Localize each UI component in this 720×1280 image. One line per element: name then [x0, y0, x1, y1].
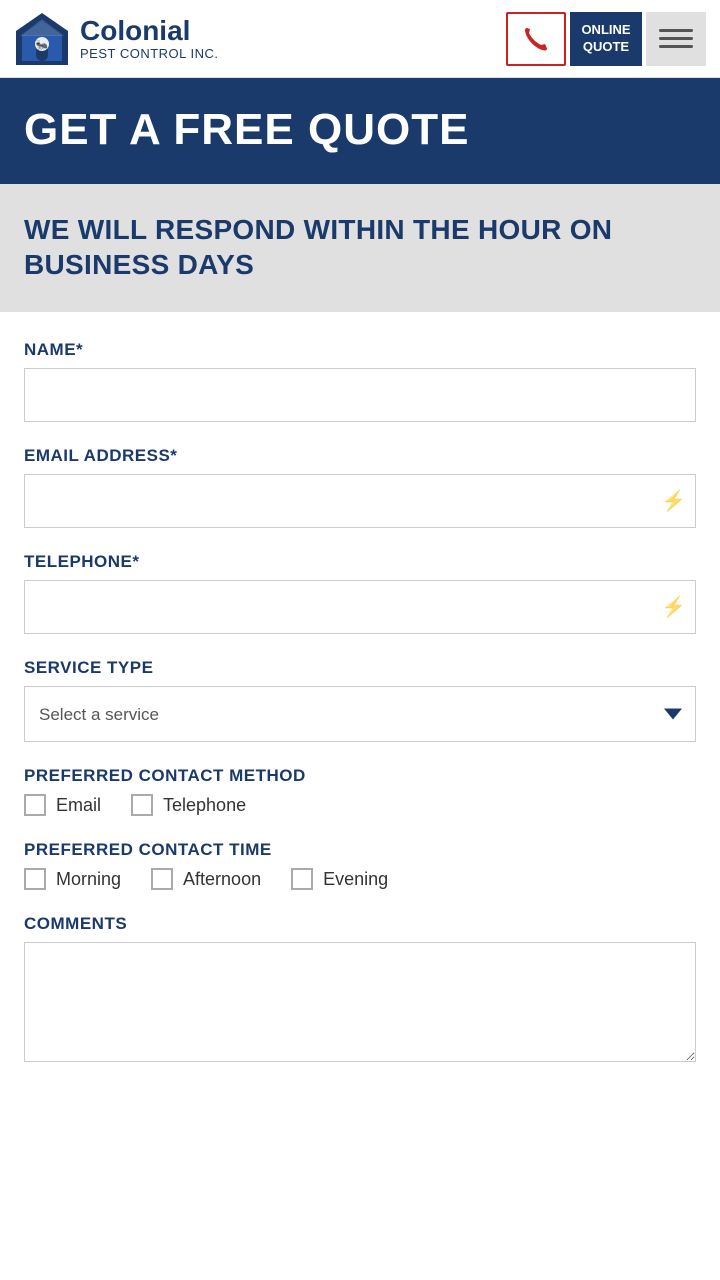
name-field-group: NAME* — [24, 340, 696, 422]
contact-time-evening-checkbox[interactable] — [291, 868, 313, 890]
contact-time-morning-item[interactable]: Morning — [24, 868, 121, 890]
online-quote-label: ONLINE QUOTE — [581, 22, 630, 56]
phone-button[interactable] — [506, 12, 566, 66]
telephone-icon: ⚡ — [661, 595, 686, 620]
preferred-contact-method-group: PREFERRED CONTACT METHOD Email Telephone — [24, 766, 696, 816]
logo-name: Colonial — [80, 16, 219, 47]
menu-line-2 — [659, 37, 693, 40]
subheading-text: WE WILL RESPOND WITHIN THE HOUR ON BUSIN… — [24, 212, 696, 282]
svg-text:🐜: 🐜 — [36, 39, 48, 51]
contact-method-email-item[interactable]: Email — [24, 794, 101, 816]
contact-time-morning-label: Morning — [56, 869, 121, 890]
service-select-wrapper: Select a service Pest Control Termite Co… — [24, 686, 696, 742]
menu-button[interactable] — [646, 12, 706, 66]
email-field-group: EMAIL ADDRESS* ⚡ — [24, 446, 696, 528]
subheading-bar: WE WILL RESPOND WITHIN THE HOUR ON BUSIN… — [0, 184, 720, 312]
contact-time-evening-label: Evening — [323, 869, 388, 890]
logo-area: 🐜 Colonial PEST CONTROL INC. — [14, 11, 219, 67]
telephone-field-group: TELEPHONE* ⚡ — [24, 552, 696, 634]
email-label: EMAIL ADDRESS* — [24, 446, 696, 466]
name-label: NAME* — [24, 340, 696, 360]
header: 🐜 Colonial PEST CONTROL INC. ONLINE QUOT… — [0, 0, 720, 78]
name-input[interactable] — [24, 368, 696, 422]
logo-text-block: Colonial PEST CONTROL INC. — [80, 16, 219, 61]
hero-title: GET A FREE QUOTE — [24, 106, 696, 154]
service-type-field-group: SERVICE TYPE Select a service Pest Contr… — [24, 658, 696, 742]
preferred-contact-method-label: PREFERRED CONTACT METHOD — [24, 766, 696, 786]
contact-method-checkboxes: Email Telephone — [24, 794, 696, 816]
phone-icon — [521, 24, 551, 54]
email-icon: ⚡ — [661, 489, 686, 514]
comments-field-group: COMMENTS — [24, 914, 696, 1067]
telephone-input-wrapper: ⚡ — [24, 580, 696, 634]
menu-line-3 — [659, 45, 693, 48]
email-input[interactable] — [24, 474, 696, 528]
contact-time-checkboxes: Morning Afternoon Evening — [24, 868, 696, 890]
telephone-input[interactable] — [24, 580, 696, 634]
comments-textarea[interactable] — [24, 942, 696, 1062]
comments-label: COMMENTS — [24, 914, 696, 934]
contact-method-email-label: Email — [56, 795, 101, 816]
telephone-label: TELEPHONE* — [24, 552, 696, 572]
service-type-label: SERVICE TYPE — [24, 658, 696, 678]
contact-time-evening-item[interactable]: Evening — [291, 868, 388, 890]
email-input-wrapper: ⚡ — [24, 474, 696, 528]
form-section: NAME* EMAIL ADDRESS* ⚡ TELEPHONE* ⚡ SERV… — [0, 312, 720, 1119]
logo-icon: 🐜 — [14, 11, 70, 67]
contact-time-afternoon-label: Afternoon — [183, 869, 261, 890]
contact-method-telephone-item[interactable]: Telephone — [131, 794, 246, 816]
logo-tagline: PEST CONTROL INC. — [80, 47, 219, 61]
online-quote-button[interactable]: ONLINE QUOTE — [570, 12, 642, 66]
service-type-select[interactable]: Select a service Pest Control Termite Co… — [24, 686, 696, 742]
menu-line-1 — [659, 29, 693, 32]
contact-method-telephone-checkbox[interactable] — [131, 794, 153, 816]
contact-time-afternoon-item[interactable]: Afternoon — [151, 868, 261, 890]
preferred-contact-time-group: PREFERRED CONTACT TIME Morning Afternoon… — [24, 840, 696, 890]
contact-time-morning-checkbox[interactable] — [24, 868, 46, 890]
contact-method-email-checkbox[interactable] — [24, 794, 46, 816]
header-actions: ONLINE QUOTE — [506, 12, 706, 66]
contact-time-afternoon-checkbox[interactable] — [151, 868, 173, 890]
preferred-contact-time-label: PREFERRED CONTACT TIME — [24, 840, 696, 860]
hero-banner: GET A FREE QUOTE — [0, 78, 720, 184]
contact-method-telephone-label: Telephone — [163, 795, 246, 816]
